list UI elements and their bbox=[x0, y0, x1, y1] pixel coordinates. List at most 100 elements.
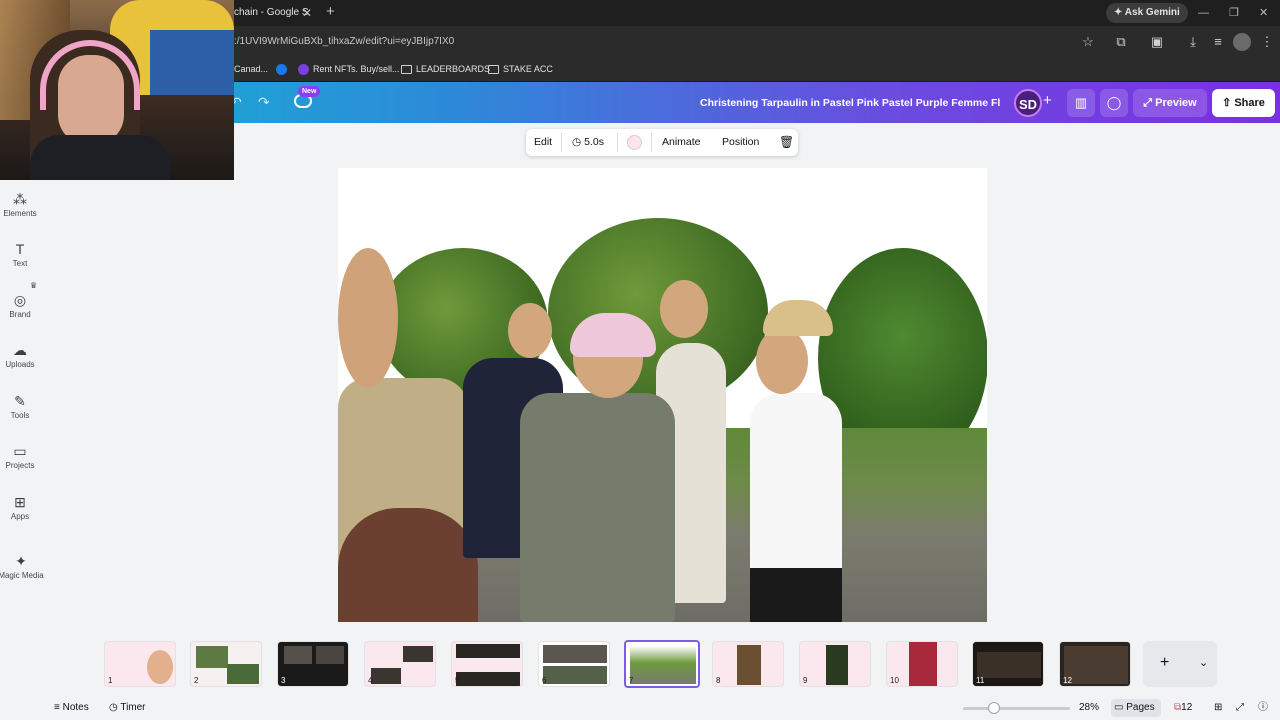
design-canvas[interactable] bbox=[338, 168, 987, 622]
person-cream-head bbox=[660, 280, 708, 338]
zoom-slider[interactable] bbox=[963, 707, 1070, 710]
bookmark-item[interactable] bbox=[276, 60, 291, 78]
sidebar-item-projects[interactable]: ▭ Projects bbox=[0, 442, 40, 472]
page-thumbnail[interactable]: 2 bbox=[190, 641, 262, 687]
extensions-icon[interactable]: ⧉ bbox=[1112, 33, 1130, 51]
bookmark-folder[interactable]: LEADERBOARDS bbox=[401, 60, 490, 78]
thumb-photo bbox=[403, 646, 433, 662]
sidebar-item-uploads[interactable]: ☁ Uploads bbox=[0, 341, 40, 371]
divider bbox=[561, 133, 562, 152]
redo-icon[interactable]: ↷ bbox=[258, 94, 270, 111]
person-center-shirt bbox=[520, 393, 675, 622]
bookmark-star-icon[interactable]: ☆ bbox=[1079, 33, 1097, 51]
bookmark-item[interactable]: Canad... bbox=[234, 60, 268, 78]
sidebar-item-apps[interactable]: ⊞ Apps bbox=[0, 493, 40, 523]
trash-icon[interactable]: 🗑 bbox=[779, 129, 794, 156]
document-title[interactable]: Christening Tarpaulin in Pastel Pink Pas… bbox=[700, 93, 1000, 113]
thumb-photo bbox=[543, 666, 607, 684]
download-icon[interactable]: ⤓ bbox=[1184, 33, 1202, 51]
duration-button[interactable]: ◷ 5.0s bbox=[572, 129, 604, 156]
page-thumbnail[interactable]: 12 bbox=[1059, 641, 1131, 687]
thumb-photo bbox=[227, 664, 259, 684]
zoom-level[interactable]: 28% bbox=[1079, 701, 1099, 715]
sidebar-item-text[interactable]: T Text bbox=[0, 240, 40, 270]
thumb-baby-photo bbox=[147, 650, 173, 684]
fullscreen-icon[interactable]: ⤢ bbox=[1236, 701, 1244, 715]
position-button[interactable]: Position bbox=[722, 129, 759, 156]
notes-icon: ≡ bbox=[54, 702, 63, 713]
url-field[interactable]: :/1UVI9WrMiGuBXb_tihxaZw/edit?ui=eyJBIjp… bbox=[234, 32, 1054, 52]
divider bbox=[651, 133, 652, 152]
sidebar-item-magic-media[interactable]: ✦ Magic Media bbox=[0, 552, 44, 582]
thumb-photo bbox=[1064, 646, 1128, 684]
folder-icon bbox=[488, 65, 499, 75]
elements-icon: ⁂ bbox=[13, 191, 27, 207]
minimize-button[interactable]: — bbox=[1198, 4, 1209, 22]
person-navy-head bbox=[508, 303, 552, 358]
sidebar-item-tools[interactable]: ✎ Tools bbox=[0, 392, 40, 422]
crown-icon: ♛ bbox=[30, 281, 38, 290]
thumb-photo bbox=[909, 642, 937, 686]
animate-button[interactable]: Animate bbox=[662, 129, 701, 156]
bookmark-item[interactable]: Rent NFTs. Buy/sell... bbox=[298, 60, 400, 78]
page-thumbnail[interactable]: 3 bbox=[277, 641, 349, 687]
edit-button[interactable]: Edit bbox=[534, 129, 552, 156]
add-collaborator-button[interactable]: + bbox=[1043, 92, 1052, 109]
thumb-photo bbox=[284, 646, 312, 664]
cowboy-hat bbox=[338, 508, 478, 622]
thumb-photo bbox=[543, 645, 607, 663]
notes-button[interactable]: ≡ Notes bbox=[54, 701, 89, 715]
pages-icon: ▭ bbox=[1114, 702, 1127, 713]
chevron-down-icon[interactable]: ⌄ bbox=[1199, 656, 1208, 669]
page-thumbnail[interactable]: 8 bbox=[712, 641, 784, 687]
reading-list-icon[interactable]: ≡ bbox=[1209, 33, 1227, 51]
thumb-photo bbox=[630, 646, 696, 684]
help-icon[interactable]: ⓘ bbox=[1258, 701, 1268, 715]
webcam-overlay bbox=[0, 0, 234, 180]
cast-icon[interactable]: ▣ bbox=[1148, 33, 1166, 51]
ask-gemini-label: Ask Gemini bbox=[1124, 7, 1180, 18]
page-thumbnail[interactable]: 1 bbox=[104, 641, 176, 687]
brand-icon: ◎ bbox=[13, 292, 27, 308]
preview-button[interactable]: ⤢ Preview bbox=[1133, 89, 1207, 117]
clock-icon: ◷ bbox=[572, 136, 585, 148]
new-tab-button[interactable]: + bbox=[326, 3, 335, 21]
user-avatar[interactable]: SD bbox=[1014, 89, 1042, 117]
profile-avatar[interactable] bbox=[1233, 33, 1251, 51]
page-thumbnail-selected[interactable]: 7 bbox=[624, 640, 700, 688]
plush-toy-body bbox=[150, 30, 234, 95]
person-white-head bbox=[756, 328, 808, 394]
page-thumbnail[interactable]: 11 bbox=[972, 641, 1044, 687]
zoom-slider-handle[interactable] bbox=[988, 702, 1000, 714]
restore-button[interactable]: ❐ bbox=[1229, 4, 1239, 22]
text-icon: T bbox=[15, 241, 25, 257]
comment-icon[interactable]: ◯ bbox=[1100, 89, 1128, 117]
color-swatch[interactable] bbox=[627, 135, 642, 150]
thumb-photo bbox=[316, 646, 344, 664]
person-left-head bbox=[338, 248, 398, 388]
pages-button[interactable]: ▭ Pages bbox=[1114, 701, 1155, 715]
ask-gemini-button[interactable]: ✦ Ask Gemini bbox=[1106, 3, 1188, 23]
share-button[interactable]: ⇧ Share bbox=[1212, 89, 1275, 117]
timer-button[interactable]: ◷ Timer bbox=[109, 701, 146, 715]
bookmark-folder[interactable]: STAKE ACC bbox=[488, 60, 553, 78]
sidebar-item-brand[interactable]: ◎ Brand bbox=[0, 291, 40, 321]
page-thumbnail[interactable]: 4 bbox=[364, 641, 436, 687]
page-count[interactable]: ⧉12 bbox=[1174, 701, 1192, 715]
close-tab-icon[interactable]: ✕ bbox=[302, 4, 312, 22]
thumb-photo bbox=[456, 672, 520, 686]
close-window-button[interactable]: ✕ bbox=[1259, 4, 1268, 22]
expand-icon: ⤢ bbox=[1143, 97, 1156, 109]
grid-view-icon[interactable]: ⊞ bbox=[1214, 701, 1222, 715]
page-thumbnail[interactable]: 9 bbox=[799, 641, 871, 687]
share-icon: ⇧ bbox=[1222, 97, 1235, 109]
more-menu-icon[interactable]: ⋮ bbox=[1258, 33, 1276, 51]
insights-chart-icon[interactable]: ▥ bbox=[1067, 89, 1095, 117]
page-thumbnail[interactable]: 5 bbox=[451, 641, 523, 687]
thumb-photo bbox=[737, 645, 761, 685]
page-thumbnail[interactable]: 10 bbox=[886, 641, 958, 687]
tools-icon: ✎ bbox=[14, 393, 26, 409]
page-thumbnail[interactable]: 6 bbox=[538, 641, 610, 687]
magic-media-icon: ✦ bbox=[15, 553, 27, 569]
sidebar-item-elements[interactable]: ⁂ Elements bbox=[0, 190, 40, 220]
